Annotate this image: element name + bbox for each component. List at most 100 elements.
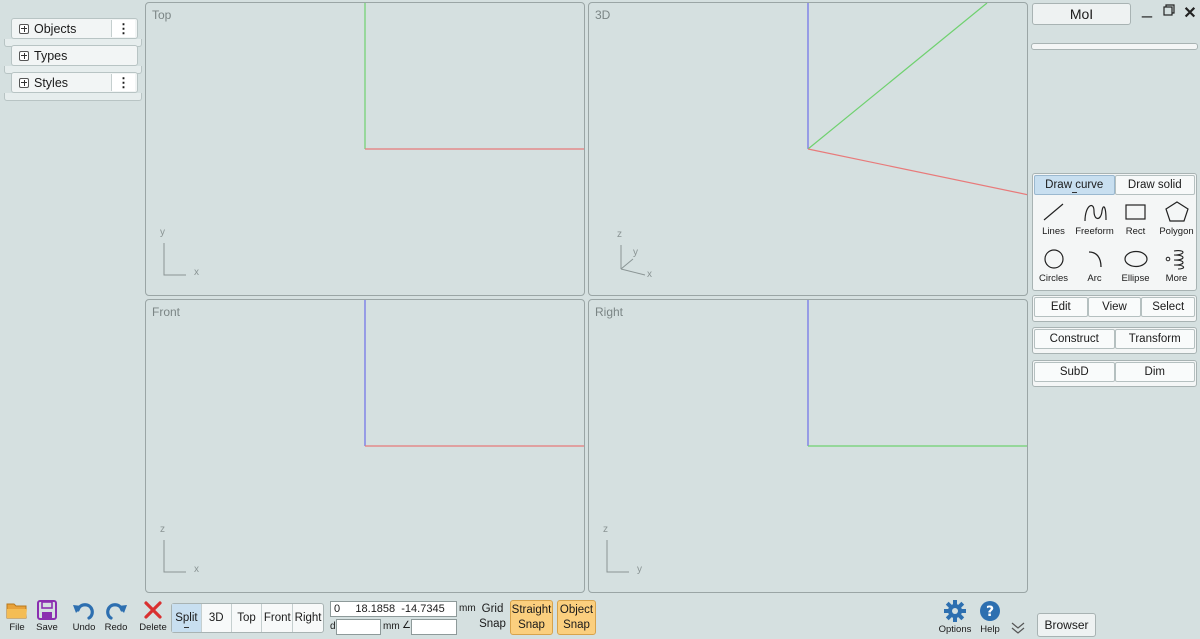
redo-icon [106,603,127,620]
redo-button[interactable]: Redo [99,600,133,638]
styles-menu-button[interactable]: ⋮ [111,74,135,91]
straight-snap-label: Straight [511,604,552,616]
tool-label: Polygon [1159,226,1194,237]
edit-button[interactable]: Edit [1034,297,1088,317]
viewport-right[interactable]: Right z y [588,299,1028,593]
axis-label-x: x [647,269,652,280]
axis-label-vertical: y [160,227,165,238]
viewport-3d[interactable]: 3D z y x [588,2,1028,296]
view-right-button[interactable]: Right [293,604,323,632]
distance-label: d [330,621,336,632]
construct-button[interactable]: Construct [1034,329,1115,349]
viewport-top[interactable]: Top y x [145,2,585,296]
select-button[interactable]: Select [1141,297,1196,317]
freeform-icon [1083,204,1107,222]
viewport-front[interactable]: Front z x [145,299,585,593]
close-icon[interactable]: ✕ [1181,3,1199,23]
view-front-button[interactable]: Front [262,604,294,632]
view-top-button[interactable]: Top [232,604,263,632]
object-snap-label: Snap [563,619,590,631]
save-label: Save [36,622,58,633]
circles-tool-button[interactable]: Circles [1033,244,1074,291]
view-3d-button[interactable]: 3D [202,604,232,632]
redo-label: Redo [104,622,128,633]
expand-icon[interactable] [19,77,29,88]
tree-divider [4,93,142,101]
scene-browser-panel: Objects ⋮ Types Styles ⋮ [4,4,142,102]
tool-label: Freeform [1075,226,1114,237]
file-label: File [9,622,25,633]
tab-draw-curve[interactable]: Draw curve [1034,175,1115,195]
chevron-down-icon[interactable] [1010,621,1026,635]
tool-label: Arc [1087,273,1102,284]
axis-label-y: y [633,247,638,258]
freeform-tool-button[interactable]: Freeform [1074,197,1115,244]
draw-panel: Draw curve Draw solid Lines Freeform Rec… [1032,173,1197,291]
tree-item-label: Objects [34,21,77,36]
axis-label-vertical: z [160,524,165,535]
save-button[interactable]: Save [30,600,64,638]
tree-item-types[interactable]: Types [11,45,138,66]
axis-label-horizontal: y [637,564,642,575]
distance-unit: mm [383,621,400,632]
folder-icon [6,603,27,619]
subd-button[interactable]: SubD [1034,362,1115,382]
straight-snap-label: Snap [518,619,545,631]
command-group-construct: Construct Transform [1032,327,1197,354]
rectangle-icon [1124,204,1146,220]
polygon-tool-button[interactable]: Polygon [1156,197,1197,244]
file-button[interactable]: File [0,600,34,638]
minimize-icon[interactable]: _ [1138,0,1156,19]
more-tool-button[interactable]: More [1156,244,1197,291]
delete-button[interactable]: Delete [136,600,170,638]
browser-button[interactable]: Browser [1037,613,1096,637]
expand-icon[interactable] [19,23,29,34]
expand-icon[interactable] [19,50,29,61]
help-button[interactable]: ? Help [973,600,1007,635]
viewport-axes [364,300,584,447]
dim-button[interactable]: Dim [1114,362,1195,382]
tree-item-label: Styles [34,75,69,90]
tree-item-objects[interactable]: Objects ⋮ [11,18,138,39]
arc-icon [1088,251,1102,268]
axis-label-horizontal: x [194,564,199,575]
progress-bar [1031,43,1198,50]
options-label: Options [938,624,972,635]
objects-menu-button[interactable]: ⋮ [111,20,135,37]
grid-snap-toggle[interactable]: Grid Snap [476,602,509,632]
helix-icon [1165,250,1184,270]
view-split-button[interactable]: Split [172,604,202,632]
object-snap-toggle[interactable]: Object Snap [557,600,596,635]
undo-button[interactable]: Undo [67,600,101,638]
viewport-axes [807,3,1027,196]
tool-label: Circles [1038,273,1069,284]
moi-app-button[interactable]: MoI [1032,3,1131,25]
distance-input[interactable] [336,619,381,635]
undo-icon [73,603,94,620]
angle-input[interactable] [411,619,457,635]
axis-triad: z y [603,524,651,580]
tool-label: Lines [1042,226,1065,237]
axis-triad: z y x [603,229,652,283]
save-icon [37,600,57,620]
straight-snap-toggle[interactable]: Straight Snap [510,600,553,635]
tab-draw-solid[interactable]: Draw solid [1114,175,1195,195]
grid-snap-label: Snap [479,618,506,630]
view-mode-switch: Split 3D Top Front Right [171,603,324,633]
view-button[interactable]: View [1087,297,1142,317]
arc-tool-button[interactable]: Arc [1074,244,1115,291]
delete-icon [144,601,162,619]
restore-icon[interactable] [1160,3,1178,20]
coordinate-input[interactable]: 0 18.1858 -14.7345 [330,601,457,617]
transform-button[interactable]: Transform [1114,329,1195,349]
lines-tool-button[interactable]: Lines [1033,197,1074,244]
options-button[interactable]: Options [938,600,972,635]
tree-item-styles[interactable]: Styles ⋮ [11,72,138,93]
polygon-icon [1164,201,1189,222]
undo-label: Undo [72,622,96,633]
object-snap-label: Object [559,604,594,616]
circle-icon [1043,249,1064,269]
rect-tool-button[interactable]: Rect [1115,197,1156,244]
ellipse-tool-button[interactable]: Ellipse [1115,244,1156,291]
svg-text:?: ? [986,604,994,620]
